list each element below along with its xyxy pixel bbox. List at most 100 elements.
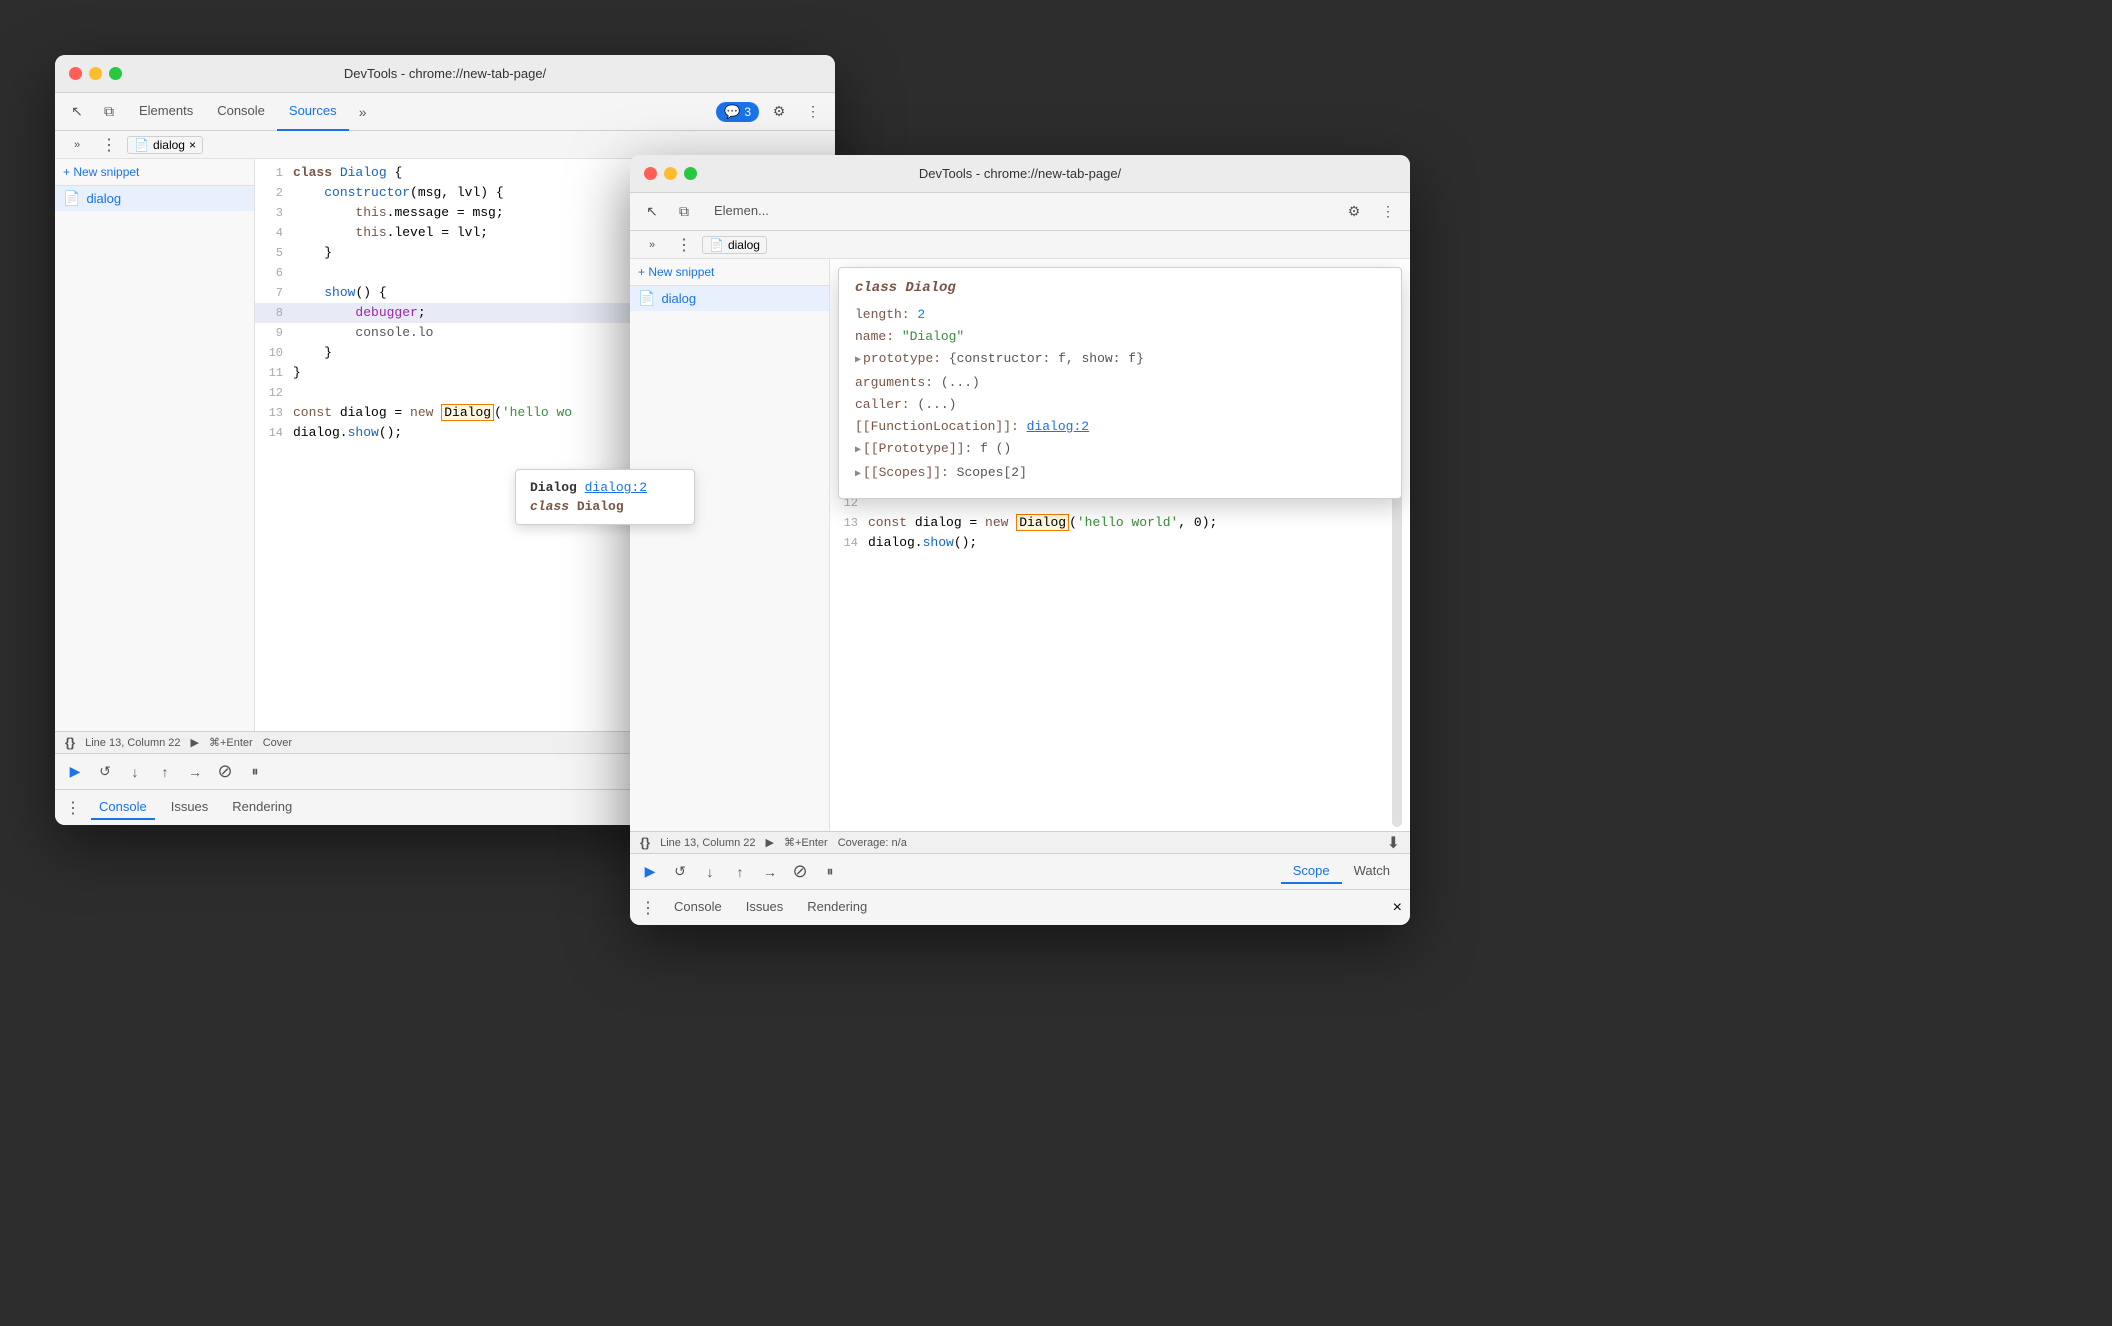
file-snippet-icon-2: 📄 bbox=[638, 290, 655, 307]
title-bar-2: DevTools - chrome://new-tab-page/ bbox=[630, 155, 1410, 193]
close-button-2[interactable] bbox=[644, 167, 657, 180]
new-snippet-btn-2[interactable]: + New snippet bbox=[630, 259, 829, 286]
cursor-icon-2[interactable]: ↖ bbox=[638, 198, 666, 226]
traffic-lights-1 bbox=[69, 67, 122, 80]
code-line-2-13: 13 const dialog = new Dialog('hello worl… bbox=[830, 513, 1410, 533]
layers-icon[interactable]: ⧉ bbox=[95, 98, 123, 126]
file-icon-2: 📄 bbox=[709, 238, 724, 252]
watch-tab-2[interactable]: Watch bbox=[1342, 859, 1402, 884]
more-sidebar-icon-2[interactable]: » bbox=[638, 231, 666, 259]
step-btn-2[interactable]: → bbox=[758, 860, 782, 884]
obj-row-caller: caller: (...) bbox=[855, 394, 1385, 416]
tab-elements-2[interactable]: Elemen... bbox=[702, 193, 781, 231]
step-btn-1[interactable]: → bbox=[183, 760, 207, 784]
sidebar-1: + New snippet 📄 dialog bbox=[55, 159, 255, 731]
close-bottom-panel-2[interactable]: × bbox=[1393, 899, 1402, 917]
window-title-1: DevTools - chrome://new-tab-page/ bbox=[344, 66, 546, 81]
step-out-btn-2[interactable]: ↑ bbox=[728, 860, 752, 884]
obj-row-proto-chain: ▶[[Prototype]]: f () bbox=[855, 438, 1385, 462]
sidebar-item-dialog-1[interactable]: 📄 dialog bbox=[55, 186, 254, 211]
obj-row-name: name: "Dialog" bbox=[855, 326, 1385, 348]
sidebar-item-dialog-2[interactable]: 📄 dialog bbox=[630, 286, 829, 311]
more-sidebar-icon[interactable]: » bbox=[63, 131, 91, 159]
rendering-tab-2[interactable]: Rendering bbox=[799, 895, 875, 920]
debug-tabs-2: Scope Watch bbox=[1281, 859, 1402, 884]
pause-btn-2[interactable]: ⏸ bbox=[818, 860, 842, 884]
scope-tab-2[interactable]: Scope bbox=[1281, 859, 1342, 884]
bottom-menu-icon-2[interactable]: ⋮ bbox=[638, 898, 658, 918]
scroll-to-bottom-2[interactable]: ⬇ bbox=[1387, 833, 1400, 853]
file-icon-1: 📄 bbox=[134, 138, 149, 152]
tab-console-1[interactable]: Console bbox=[205, 93, 277, 131]
bottom-menu-icon-1[interactable]: ⋮ bbox=[63, 798, 83, 818]
window-title-2: DevTools - chrome://new-tab-page/ bbox=[919, 166, 1121, 181]
toolbar-right-2: ⚙ ⋮ bbox=[1340, 198, 1402, 226]
new-snippet-btn-1[interactable]: + New snippet bbox=[55, 159, 254, 186]
tooltip-popup-1: Dialog dialog:2 class Dialog bbox=[515, 469, 695, 525]
main-tabs-2: Elemen... bbox=[702, 193, 781, 231]
file-tab-1[interactable]: 📄 dialog × bbox=[127, 136, 203, 154]
step-into-btn-1[interactable]: ↓ bbox=[123, 760, 147, 784]
maximize-button-2[interactable] bbox=[684, 167, 697, 180]
obj-row-fnlocation: [[FunctionLocation]]: dialog:2 bbox=[855, 416, 1385, 438]
main-tabs-1: Elements Console Sources » bbox=[127, 93, 377, 131]
traffic-lights-2 bbox=[644, 167, 697, 180]
maximize-button-1[interactable] bbox=[109, 67, 122, 80]
obj-row-prototype: ▶prototype: {constructor: f, show: f} bbox=[855, 348, 1385, 372]
toolbar-1: ↖ ⧉ Elements Console Sources » 💬 3 ⚙ ⋮ bbox=[55, 93, 835, 131]
status-bar-2: {} Line 13, Column 22 ▶ ⌘+Enter Coverage… bbox=[630, 831, 1410, 853]
minimize-button-1[interactable] bbox=[89, 67, 102, 80]
body-2: » ⋮ 📄 dialog + New snippet 📄 dialog bbox=[630, 231, 1410, 925]
tooltip-class-label: class Dialog bbox=[530, 499, 680, 514]
settings-icon-2[interactable]: ⚙ bbox=[1340, 198, 1368, 226]
deactivate-btn-1[interactable]: ⊘ bbox=[213, 760, 237, 784]
title-bar-1: DevTools - chrome://new-tab-page/ bbox=[55, 55, 835, 93]
issues-tab-1[interactable]: Issues bbox=[163, 795, 217, 820]
resume-btn-1[interactable]: ▶ bbox=[63, 760, 87, 784]
devtools-window-2: DevTools - chrome://new-tab-page/ ↖ ⧉ El… bbox=[630, 155, 1410, 925]
resume-btn-2[interactable]: ▶ bbox=[638, 860, 662, 884]
code-line-2-14: 14 dialog.show(); bbox=[830, 533, 1410, 553]
sidebar-2: + New snippet 📄 dialog bbox=[630, 259, 830, 831]
debug-toolbar-2: ▶ ↺ ↓ ↑ → ⊘ ⏸ Scope Watch bbox=[630, 853, 1410, 889]
bottom-tabs-2: ⋮ Console Issues Rendering × bbox=[630, 889, 1410, 925]
code-editor-2[interactable]: class Dialog length: 2 name: "Dialog" ▶p… bbox=[830, 259, 1410, 831]
obj-row-scopes: ▶[[Scopes]]: Scopes[2] bbox=[855, 462, 1385, 486]
tab-sources-1[interactable]: Sources bbox=[277, 93, 349, 131]
three-dots-sidebar[interactable]: ⋮ bbox=[95, 131, 123, 159]
issues-tab-2[interactable]: Issues bbox=[738, 895, 792, 920]
main-layout-2: + New snippet 📄 dialog class Dialog leng… bbox=[630, 259, 1410, 831]
more-tabs-icon-1[interactable]: » bbox=[349, 98, 377, 126]
obj-row-arguments: arguments: (...) bbox=[855, 372, 1385, 394]
object-popup: class Dialog length: 2 name: "Dialog" ▶p… bbox=[838, 267, 1402, 499]
pause-btn-1[interactable]: ⏸ bbox=[243, 760, 267, 784]
obj-popup-title: class Dialog bbox=[855, 280, 1385, 296]
close-button-1[interactable] bbox=[69, 67, 82, 80]
file-snippet-icon-1: 📄 bbox=[63, 190, 80, 207]
scrollbar-2[interactable] bbox=[1392, 493, 1402, 827]
rendering-tab-1[interactable]: Rendering bbox=[224, 795, 300, 820]
toolbar-2: ↖ ⧉ Elemen... ⚙ ⋮ bbox=[630, 193, 1410, 231]
deactivate-btn-2[interactable]: ⊘ bbox=[788, 860, 812, 884]
secondary-toolbar-2: » ⋮ 📄 dialog bbox=[630, 231, 1410, 259]
console-tab-1[interactable]: Console bbox=[91, 795, 155, 820]
tab-elements-1[interactable]: Elements bbox=[127, 93, 205, 131]
tooltip-title-1: Dialog dialog:2 bbox=[530, 480, 680, 495]
settings-icon-1[interactable]: ⚙ bbox=[765, 98, 793, 126]
step-over-btn-1[interactable]: ↺ bbox=[93, 760, 117, 784]
console-tab-2[interactable]: Console bbox=[666, 895, 730, 920]
step-over-btn-2[interactable]: ↺ bbox=[668, 860, 692, 884]
file-tab-2[interactable]: 📄 dialog bbox=[702, 236, 767, 254]
more-menu-icon-2[interactable]: ⋮ bbox=[1374, 198, 1402, 226]
step-into-btn-2[interactable]: ↓ bbox=[698, 860, 722, 884]
notification-badge-1[interactable]: 💬 3 bbox=[716, 102, 759, 122]
three-dots-sidebar-2[interactable]: ⋮ bbox=[670, 231, 698, 259]
cursor-icon[interactable]: ↖ bbox=[63, 98, 91, 126]
layers-icon-2[interactable]: ⧉ bbox=[670, 198, 698, 226]
file-tab-close-1[interactable]: × bbox=[189, 138, 196, 152]
code-content-2: 12 13 const dialog = new Dialog('hello w… bbox=[830, 489, 1410, 831]
minimize-button-2[interactable] bbox=[664, 167, 677, 180]
more-menu-icon-1[interactable]: ⋮ bbox=[799, 98, 827, 126]
obj-row-length: length: 2 bbox=[855, 304, 1385, 326]
step-out-btn-1[interactable]: ↑ bbox=[153, 760, 177, 784]
